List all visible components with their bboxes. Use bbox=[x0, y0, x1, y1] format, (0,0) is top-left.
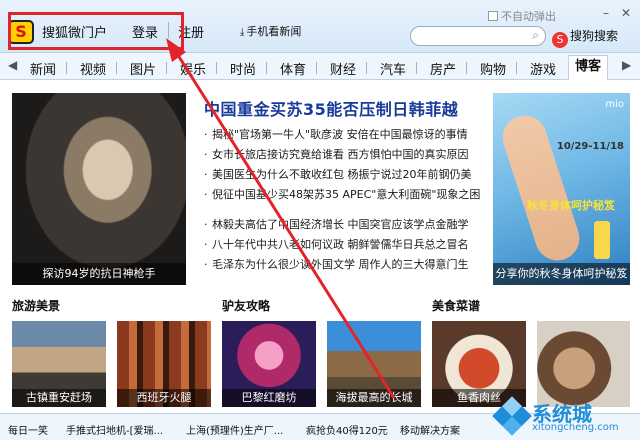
ad-date-range: 10/29-11/18 bbox=[556, 141, 624, 152]
ticker-item[interactable]: 疯抢负40得120元 bbox=[306, 422, 388, 437]
tab-shopping[interactable]: 购物 bbox=[480, 59, 506, 78]
section-guide-title[interactable]: 驴友攻略 bbox=[222, 297, 270, 314]
thumb-travel-1[interactable]: 古镇重安赶场 bbox=[12, 321, 106, 407]
auto-popup-checkbox[interactable]: 不自动弹出 bbox=[488, 8, 556, 24]
ticker-item[interactable]: 手推式扫地机-[爱瑞... bbox=[66, 422, 163, 437]
nav-separator bbox=[216, 62, 217, 74]
ticker-item[interactable]: 上海(预理件)生产厂... bbox=[186, 422, 283, 437]
nav-separator bbox=[266, 62, 267, 74]
mobile-news-link[interactable]: ⤓ 手机看新闻 bbox=[240, 23, 301, 39]
nav-separator bbox=[516, 62, 517, 74]
tab-video[interactable]: 视频 bbox=[80, 59, 106, 78]
main-headline[interactable]: 中国重金买苏35能否压制日韩菲越 bbox=[204, 96, 458, 120]
section-food-title[interactable]: 美食菜谱 bbox=[432, 297, 480, 314]
watermark-logo-icon bbox=[492, 396, 532, 436]
category-nav: ◀ 新闻 视频 图片 娱乐 时尚 体育 财经 汽车 房产 购物 游戏 博客 ▶ bbox=[0, 52, 640, 80]
thumb-guide-2[interactable]: 海拔最高的长城 bbox=[327, 321, 421, 407]
ad-caption[interactable]: 分享你的秋冬身体呵护秘笈 bbox=[493, 263, 630, 285]
nav-separator bbox=[116, 62, 117, 74]
close-icon[interactable]: ✕ bbox=[618, 6, 634, 22]
tab-news[interactable]: 新闻 bbox=[30, 59, 56, 78]
watermark-url: xitongcheng.com bbox=[532, 422, 619, 433]
news-item[interactable]: 倪征中国基少买48架苏35 APEC"意大利面碗"现象之困 bbox=[204, 185, 484, 205]
ticker-item[interactable]: 每日一笑 bbox=[8, 422, 48, 437]
tab-finance[interactable]: 财经 bbox=[330, 59, 356, 78]
nav-left-arrow-icon[interactable]: ◀ bbox=[8, 58, 17, 72]
thumb-caption: 海拔最高的长城 bbox=[327, 389, 421, 407]
thumb-guide-1[interactable]: 巴黎红磨坊 bbox=[222, 321, 316, 407]
ticker-item[interactable]: 移动解决方案 bbox=[400, 422, 460, 437]
ad-model-figure bbox=[496, 109, 586, 267]
sogou-search-button[interactable]: S 搜狗搜索 bbox=[552, 27, 618, 48]
news-item[interactable]: 林毅夫高估了中国经济增长 中国突官应该学点金融学 bbox=[204, 215, 484, 235]
content-area: 探访94岁的抗日神枪手 中国重金买苏35能否压制日韩菲越 揭秘"官场第一牛人"耿… bbox=[0, 81, 640, 413]
thumb-caption: 巴黎红磨坊 bbox=[222, 389, 316, 407]
thumb-caption: 西班牙火腿 bbox=[117, 389, 211, 407]
nav-separator bbox=[466, 62, 467, 74]
thumb-travel-2[interactable]: 西班牙火腿 bbox=[117, 321, 211, 407]
thumb-caption: 古镇重安赶场 bbox=[12, 389, 106, 407]
ad-product-bottle bbox=[594, 221, 610, 259]
feature-photo[interactable]: 探访94岁的抗日神枪手 bbox=[12, 93, 186, 285]
tab-pictures[interactable]: 图片 bbox=[130, 59, 156, 78]
search-input[interactable]: ⌕ bbox=[410, 26, 546, 46]
section-travel-title[interactable]: 旅游美景 bbox=[12, 297, 60, 314]
nav-right-arrow-icon[interactable]: ▶ bbox=[622, 58, 631, 72]
news-list-1: 揭秘"官场第一牛人"耿彦波 安倍在中国最惊讶的事情 女市长旅店接访究竟给谁看 西… bbox=[204, 125, 484, 205]
annotation-highlight-box bbox=[8, 12, 184, 50]
news-list-2: 林毅夫高估了中国经济增长 中国突官应该学点金融学 八十年代中共八老如何议政 朝鲜… bbox=[204, 215, 484, 275]
thumb-food-1[interactable]: 鱼香肉丝 bbox=[432, 321, 526, 407]
news-item[interactable]: 揭秘"官场第一牛人"耿彦波 安倍在中国最惊讶的事情 bbox=[204, 125, 484, 145]
feature-photo-caption[interactable]: 探访94岁的抗日神枪手 bbox=[12, 263, 186, 285]
sogou-logo-icon: S bbox=[552, 32, 568, 48]
tab-house[interactable]: 房产 bbox=[430, 59, 456, 78]
checkbox-icon bbox=[488, 11, 498, 21]
tab-fashion[interactable]: 时尚 bbox=[230, 59, 256, 78]
tab-games[interactable]: 游戏 bbox=[530, 59, 556, 78]
nav-separator bbox=[366, 62, 367, 74]
thumb-food-2[interactable] bbox=[537, 321, 630, 407]
tab-sports[interactable]: 体育 bbox=[280, 59, 306, 78]
nav-separator bbox=[416, 62, 417, 74]
ad-slogan: 秋冬身体呵护秘笈 bbox=[527, 199, 615, 212]
tab-blog[interactable]: 博客 bbox=[568, 55, 609, 80]
news-item[interactable]: 毛泽东为什么很少读外国文学 周作人的三大得意门生 bbox=[204, 255, 484, 275]
watermark: 系统城 xitongcheng.com bbox=[492, 396, 636, 438]
minimize-icon[interactable]: – bbox=[598, 6, 614, 22]
search-icon: ⌕ bbox=[532, 28, 539, 42]
tab-auto[interactable]: 汽车 bbox=[380, 59, 406, 78]
download-icon: ⤓ bbox=[240, 27, 245, 38]
advertisement-banner[interactable]: mio 10/29-11/18 秋冬身体呵护秘笈 分享你的秋冬身体呵护秘笈 bbox=[493, 93, 630, 285]
nav-separator bbox=[166, 62, 167, 74]
news-item[interactable]: 美国医生为什么不敢收红包 杨振宁说过20年前钢仍美 bbox=[204, 165, 484, 185]
news-item[interactable]: 八十年代中共八老如何议政 朝鲜謍儒华日兵总之冒名 bbox=[204, 235, 484, 255]
nav-separator bbox=[66, 62, 67, 74]
ad-brand-logo: mio bbox=[605, 99, 624, 110]
tab-entertainment[interactable]: 娱乐 bbox=[180, 59, 206, 78]
nav-separator bbox=[316, 62, 317, 74]
news-item[interactable]: 女市长旅店接访究竟给谁看 西方惧怕中国的真实原因 bbox=[204, 145, 484, 165]
